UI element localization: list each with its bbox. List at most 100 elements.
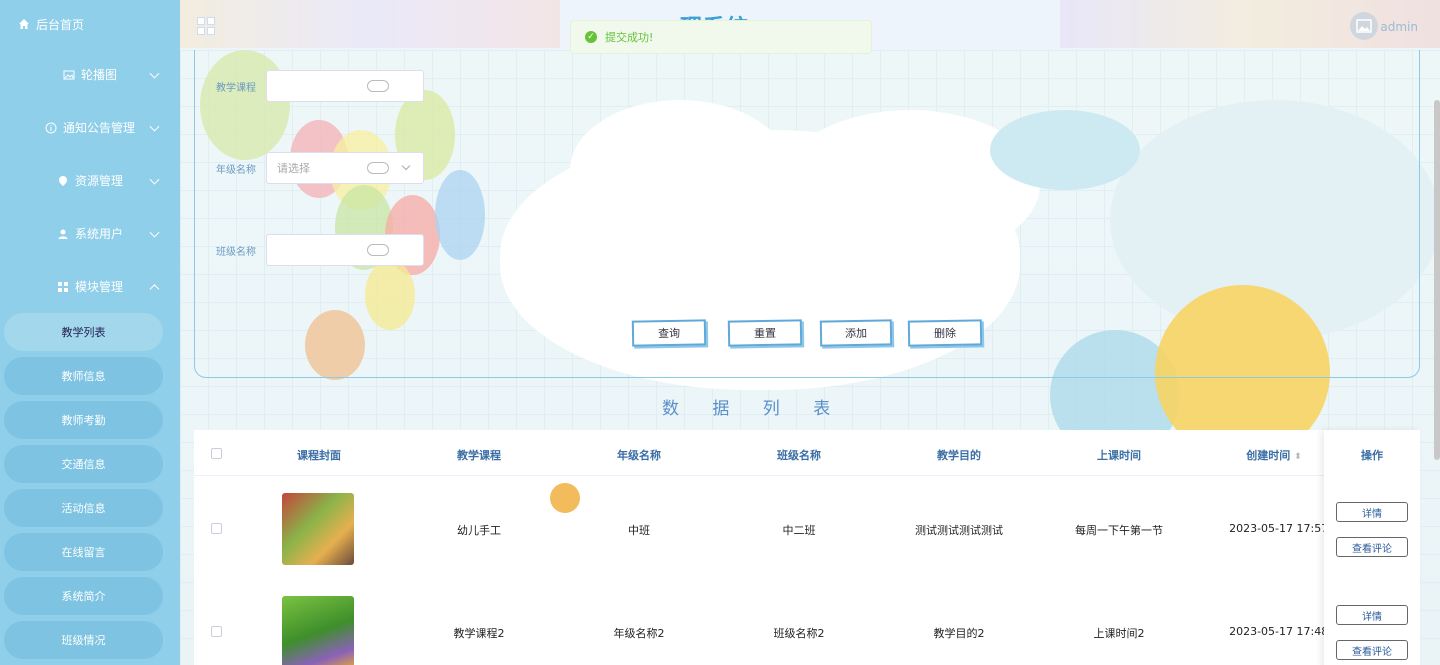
mouse-cursor-highlight — [550, 483, 580, 513]
avatar[interactable] — [1350, 12, 1378, 40]
sidebar-item-teacher-info[interactable]: 教师信息 — [4, 357, 163, 395]
query-button[interactable]: 查询 — [631, 319, 707, 347]
sidebar-group-banner[interactable]: 轮播图 — [0, 48, 180, 101]
check-circle-icon: ✓ — [585, 31, 597, 43]
chevron-up-icon — [149, 283, 160, 294]
sidebar-group-label: 资源管理 — [74, 174, 123, 188]
cell-course: 幼儿手工 — [457, 524, 501, 537]
grade-select[interactable]: 请选择 — [266, 152, 424, 184]
data-table: 课程封面 教学课程 年级名称 班级名称 教学目的 上课时间 创建时间 ⬍ 幼儿手… — [194, 430, 1420, 665]
chevron-down-icon — [149, 68, 160, 79]
course-input[interactable] — [266, 70, 424, 102]
sidebar-item-label: 系统简介 — [61, 590, 106, 603]
sidebar-item-label: 交通信息 — [61, 458, 106, 471]
chevron-down-icon — [401, 161, 411, 171]
delete-button[interactable]: 删除 — [907, 319, 983, 347]
image-icon — [63, 70, 75, 79]
scrollbar[interactable] — [1434, 100, 1440, 460]
cell-class: 班级名称2 — [773, 627, 825, 640]
sidebar-item-teaching-list[interactable]: 教学列表 — [4, 313, 163, 351]
sidebar-item-teacher-attendance[interactable]: 教师考勤 — [4, 401, 163, 439]
cell-time: 每周一下午第一节 — [1075, 524, 1163, 537]
sidebar-item-label: 教师考勤 — [61, 414, 106, 427]
sidebar-group-label: 系统用户 — [74, 227, 123, 241]
cell-grade: 年级名称2 — [613, 627, 665, 640]
header-decoration — [180, 0, 560, 48]
select-all-checkbox[interactable] — [211, 448, 222, 459]
sidebar-item-label: 活动信息 — [61, 502, 106, 515]
image-icon — [1356, 19, 1372, 33]
row-checkbox[interactable] — [211, 523, 222, 534]
grid-icon — [57, 281, 68, 292]
chevron-down-icon — [149, 121, 160, 132]
grade-filter: 年级名称 请选择 — [216, 152, 424, 184]
user-icon — [58, 229, 68, 239]
course-cover-image[interactable] — [282, 493, 354, 565]
sidebar-item-label: 教学列表 — [61, 326, 106, 339]
grade-select-placeholder: 请选择 — [277, 162, 310, 175]
add-button[interactable]: 添加 — [819, 319, 893, 347]
view-comments-button[interactable]: 查看评论 — [1336, 537, 1408, 557]
sidebar-home[interactable]: 后台首页 — [0, 0, 180, 48]
info-icon — [45, 122, 57, 133]
col-class: 班级名称 — [777, 449, 821, 462]
sidebar-item-class-status[interactable]: 班级情况 — [4, 621, 163, 659]
detail-button[interactable]: 详情 — [1336, 502, 1408, 522]
sidebar-item-traffic-info[interactable]: 交通信息 — [4, 445, 163, 483]
cell-course: 教学课程2 — [453, 627, 505, 640]
detail-button[interactable]: 详情 — [1336, 605, 1408, 625]
col-created-label: 创建时间 — [1246, 449, 1291, 462]
sidebar-group-modules[interactable]: 模块管理 — [0, 260, 180, 313]
cell-grade: 中班 — [628, 524, 650, 537]
success-toast: ✓ 提交成功! — [570, 20, 872, 54]
col-time: 上课时间 — [1097, 449, 1141, 462]
sidebar-group-label: 通知公告管理 — [62, 121, 135, 135]
user-name[interactable]: admin — [1380, 20, 1418, 34]
sidebar-group-resource[interactable]: 资源管理 — [0, 154, 180, 207]
list-title: 数 据 列 表 — [662, 399, 845, 419]
sidebar-item-label: 在线留言 — [61, 546, 106, 559]
course-cover-image[interactable] — [282, 596, 354, 665]
col-created[interactable]: 创建时间 ⬍ — [1214, 447, 1334, 463]
course-filter-label: 教学课程 — [216, 82, 256, 94]
col-cover: 课程封面 — [297, 449, 341, 462]
sidebar-group-notice[interactable]: 通知公告管理 — [0, 101, 180, 154]
col-course: 教学课程 — [457, 449, 501, 462]
cloud-icon — [367, 162, 389, 174]
sidebar-group-users[interactable]: 系统用户 — [0, 207, 180, 260]
sidebar-item-online-message[interactable]: 在线留言 — [4, 533, 163, 571]
view-comments-button[interactable]: 查看评论 — [1336, 640, 1408, 660]
course-filter: 教学课程 — [216, 70, 424, 102]
sidebar-group-label: 轮播图 — [80, 68, 117, 82]
sidebar-item-activity-info[interactable]: 活动信息 — [4, 489, 163, 527]
sidebar-item-label: 班级情况 — [61, 634, 106, 647]
class-filter: 班级名称 — [216, 234, 424, 266]
table-header: 课程封面 教学课程 年级名称 班级名称 教学目的 上课时间 创建时间 ⬍ — [194, 430, 1420, 476]
cloud-icon — [367, 80, 389, 92]
grade-filter-label: 年级名称 — [216, 164, 256, 176]
home-icon — [19, 19, 29, 29]
sidebar-item-system-intro[interactable]: 系统简介 — [4, 577, 163, 615]
main-content: 教学课程 年级名称 请选择 班级名称 查询 重置 添加 删除 数 据 列 表 课… — [180, 50, 1440, 665]
chevron-down-icon — [149, 227, 160, 238]
menu-toggle-icon[interactable] — [197, 17, 215, 35]
class-input[interactable] — [266, 234, 424, 266]
cell-class: 中二班 — [782, 524, 816, 537]
sort-icon: ⬍ — [1294, 452, 1302, 462]
sidebar-home-label: 后台首页 — [36, 17, 85, 32]
reset-button[interactable]: 重置 — [727, 319, 803, 347]
location-icon — [58, 175, 67, 186]
col-grade: 年级名称 — [617, 449, 661, 462]
sidebar-item-label: 教师信息 — [61, 370, 106, 383]
cell-purpose: 测试测试测试测试 — [915, 524, 1003, 537]
sidebar: 后台首页 轮播图 通知公告管理 资源管理 系统用户 模块管理 教学列表 教师信息… — [0, 0, 180, 665]
chevron-down-icon — [149, 174, 160, 185]
toast-message: 提交成功! — [605, 31, 654, 44]
operations-column: 操作 详情 查看评论 详情 查看评论 — [1324, 430, 1420, 665]
cloud-icon — [367, 244, 389, 256]
cell-purpose: 教学目的2 — [933, 627, 985, 640]
col-purpose: 教学目的 — [937, 449, 981, 462]
sidebar-group-label: 模块管理 — [74, 280, 123, 294]
row-checkbox[interactable] — [211, 626, 222, 637]
cell-time: 上课时间2 — [1093, 627, 1145, 640]
